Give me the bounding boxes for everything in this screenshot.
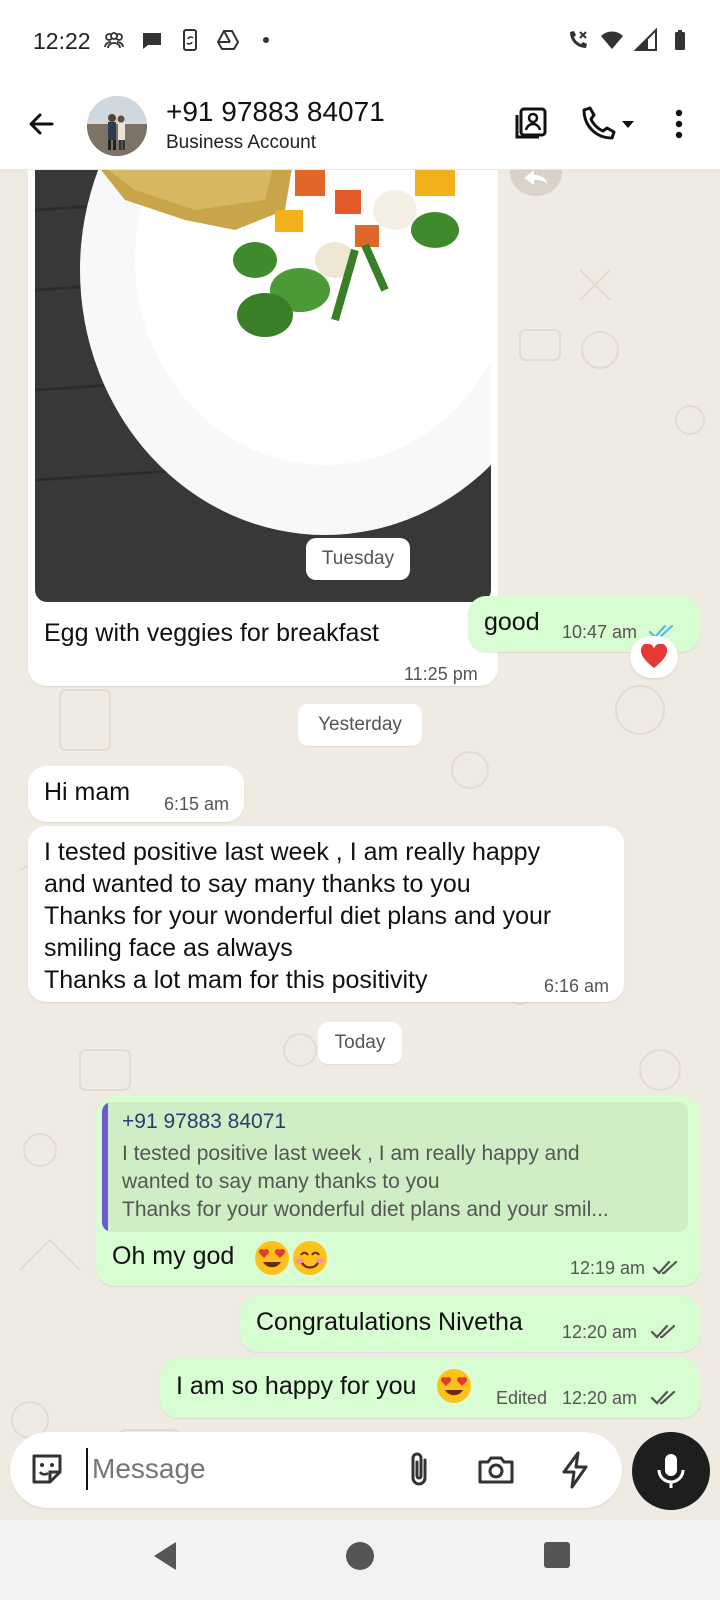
status-bar: 12:22	[0, 0, 720, 82]
avatar[interactable]	[87, 96, 147, 156]
notification-icons	[102, 28, 278, 52]
chat-header: +91 97883 84071 Business Account	[0, 82, 720, 170]
message-input-container[interactable]	[10, 1432, 622, 1508]
delivered-ticks-icon	[650, 1390, 676, 1405]
catalog-icon[interactable]	[510, 102, 554, 146]
status-time: 12:22	[33, 28, 91, 54]
message-long[interactable]: I tested positive last week , I am reall…	[28, 826, 624, 1002]
date-divider-today: Today	[318, 1022, 402, 1064]
phone-sync-icon	[183, 29, 197, 51]
chat-icon	[143, 33, 161, 49]
message-input[interactable]	[92, 1446, 372, 1492]
date-divider-tuesday: Tuesday	[306, 538, 410, 580]
message-long-line-2: and wanted to say many thanks to you	[44, 870, 471, 898]
message-long-line-5: Thanks a lot mam for this positivity	[44, 966, 428, 994]
reaction-badge[interactable]	[630, 636, 678, 678]
attach-icon[interactable]	[400, 1450, 438, 1490]
system-status-icons	[566, 28, 692, 52]
quoted-message[interactable]: +91 97883 84071 I tested positive last w…	[102, 1102, 688, 1232]
camera-icon[interactable]	[476, 1450, 516, 1490]
message-long-line-3: Thanks for your wonderful diet plans and…	[44, 902, 552, 930]
nav-back-icon[interactable]	[150, 1540, 180, 1572]
signal-icon	[634, 28, 657, 51]
photo-time: 11:25 pm	[404, 664, 478, 684]
message-hi-time: 6:15 am	[164, 794, 230, 814]
photo-message[interactable]: Egg with veggies for breakfast 11:25 pm	[28, 170, 498, 686]
voice-call-dropdown-icon[interactable]	[576, 102, 636, 146]
battery-icon	[675, 30, 685, 50]
message-reply[interactable]: +91 97883 84071 I tested positive last w…	[96, 1096, 700, 1286]
wifi-icon	[601, 31, 623, 49]
message-good-text: good	[484, 608, 540, 636]
message-reply-time: 12:19 am	[570, 1258, 646, 1278]
voice-message-button[interactable]	[632, 1432, 710, 1510]
back-arrow-icon[interactable]	[22, 104, 62, 144]
message-long-time: 6:16 am	[544, 976, 610, 996]
date-divider-yesterday: Yesterday	[298, 704, 422, 746]
message-congrats-time: 12:20 am	[562, 1322, 638, 1342]
quote-line-3: Thanks for your wonderful diet plans and…	[122, 1198, 609, 1221]
contact-name[interactable]: +91 97883 84071	[166, 96, 385, 128]
message-happy-time: 12:20 am	[562, 1388, 638, 1408]
delivered-ticks-icon	[650, 1324, 676, 1339]
drive-icon	[216, 30, 240, 50]
message-good-time: 10:47 am	[562, 622, 638, 642]
nav-recents-icon[interactable]	[542, 1540, 572, 1570]
chat-area[interactable]: Egg with veggies for breakfast 11:25 pm …	[0, 170, 720, 1520]
people-icon	[104, 32, 124, 49]
message-happy-edited: Edited	[496, 1388, 548, 1408]
heart-eyes-emoji-icon	[437, 1369, 471, 1403]
quote-line-2: wanted to say many thanks to you	[122, 1170, 440, 1193]
heart-reaction-icon	[640, 644, 668, 668]
dot-icon	[263, 37, 269, 43]
quote-bar	[102, 1102, 108, 1232]
mic-icon	[657, 1454, 685, 1488]
quote-line-1: I tested positive last week , I am reall…	[122, 1142, 580, 1165]
delivered-ticks-icon	[652, 1260, 678, 1275]
nav-home-icon[interactable]	[344, 1540, 376, 1572]
message-reply-text: Oh my god	[112, 1242, 235, 1270]
message-congrats[interactable]: Congratulations Nivetha 12:20 am	[240, 1296, 700, 1352]
message-long-line-4: smiling face as always	[44, 934, 293, 962]
smiling-emoji-icon	[293, 1241, 327, 1275]
message-hi[interactable]: Hi mam 6:15 am	[28, 766, 244, 822]
wifi-call-icon	[570, 31, 587, 48]
meal-photo[interactable]	[35, 170, 491, 602]
contact-subtitle[interactable]: Business Account	[166, 132, 316, 154]
message-happy[interactable]: I am so happy for you Edited 12:20 am	[160, 1358, 700, 1418]
text-cursor	[86, 1448, 88, 1490]
quick-reply-icon[interactable]	[556, 1450, 594, 1490]
message-long-line-1: I tested positive last week , I am reall…	[44, 838, 541, 866]
message-happy-text: I am so happy for you	[176, 1372, 417, 1400]
photo-caption: Egg with veggies for breakfast	[44, 619, 379, 647]
heart-eyes-emoji-icon	[255, 1241, 289, 1275]
message-congrats-text: Congratulations Nivetha	[256, 1308, 523, 1336]
avatar-photo	[87, 96, 147, 156]
forward-icon[interactable]	[510, 170, 562, 198]
quote-author: +91 97883 84071	[122, 1110, 287, 1133]
system-nav-bar	[0, 1520, 720, 1600]
more-options-icon[interactable]	[664, 102, 694, 146]
message-hi-text: Hi mam	[44, 778, 131, 806]
sticker-icon[interactable]	[28, 1450, 66, 1488]
composer	[0, 1430, 720, 1520]
